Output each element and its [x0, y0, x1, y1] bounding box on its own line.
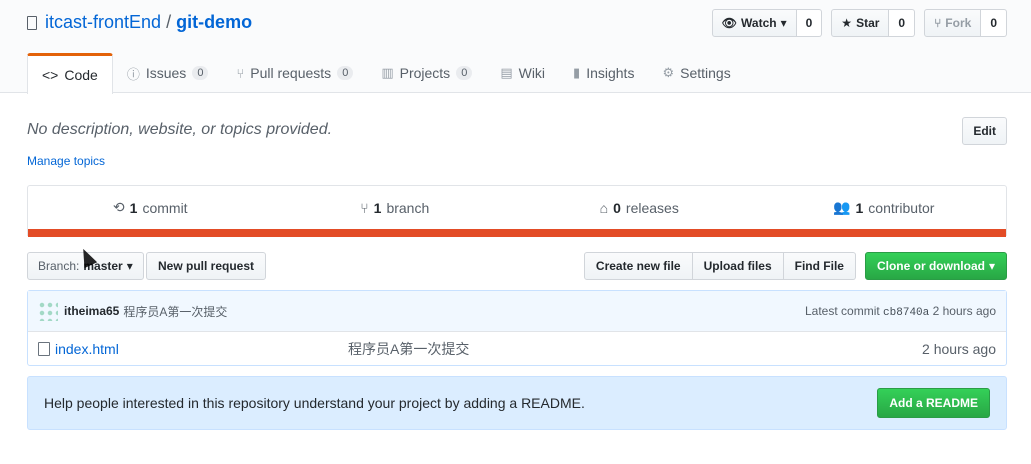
releases-label: releases	[625, 199, 679, 216]
tab-label: Projects	[399, 65, 451, 81]
commits-link[interactable]: ⟲ 1 commit	[28, 186, 273, 229]
readme-prompt: Help people interested in this repositor…	[27, 376, 1007, 430]
tab-settings[interactable]: ⚙ Settings	[648, 53, 744, 93]
new-pull-request-button[interactable]: New pull request	[146, 252, 267, 280]
repo-icon	[27, 15, 37, 30]
eye-icon: 👁	[721, 16, 738, 30]
repo-nav-tabs: <> Code ⓘ Issues 0 ⑂ Pull requests 0 ▥ P…	[27, 53, 745, 94]
find-file-button[interactable]: Find File	[783, 252, 856, 280]
contributors-link[interactable]: 👥 1 contributor	[762, 186, 1007, 229]
graph-icon: ▮	[573, 65, 581, 80]
pull-request-icon: ⑂	[236, 65, 245, 81]
readme-prompt-text: Help people interested in this repositor…	[44, 395, 585, 411]
pull-requests-count-badge: 0	[337, 66, 354, 80]
edit-description-button[interactable]: Edit	[962, 117, 1007, 145]
history-icon: ⟲	[112, 199, 125, 215]
upload-files-button[interactable]: Upload files	[692, 252, 784, 280]
commits-count: 1	[129, 199, 138, 216]
branches-link[interactable]: ⑂ 1 branch	[273, 186, 518, 229]
watch-group: 👁 Watch ▾ 0	[711, 9, 823, 37]
commit-sha-link[interactable]: cb8740a	[883, 307, 929, 319]
file-commit-message-link[interactable]: 程序员A第一次提交	[348, 339, 469, 359]
commit-author-link[interactable]: itheima65	[64, 304, 119, 318]
branch-select-label: Branch:	[38, 259, 80, 273]
latest-commit-info: Latest commit cb8740a 2 hours ago	[805, 304, 996, 319]
latest-commit-prefix: Latest commit	[805, 303, 880, 318]
repo-description: No description, website, or topics provi…	[27, 121, 333, 138]
star-button[interactable]: ★ Star	[831, 9, 890, 37]
fork-label: Fork	[945, 16, 972, 30]
watch-label: Watch	[741, 16, 777, 30]
book-icon: ▤	[500, 65, 513, 80]
commit-message-link[interactable]: 程序员A第一次提交	[123, 303, 227, 320]
tab-label: Settings	[680, 65, 731, 81]
repo-name-link[interactable]: git-demo	[176, 12, 252, 33]
tab-projects[interactable]: ▥ Projects 0	[367, 53, 486, 93]
projects-count-badge: 0	[456, 66, 473, 80]
watch-button[interactable]: 👁 Watch ▾	[711, 9, 797, 37]
clone-label: Clone or download	[876, 259, 985, 273]
project-icon: ▥	[381, 65, 394, 80]
people-icon: 👥	[833, 199, 851, 215]
star-label: Star	[856, 16, 880, 30]
latest-commit-bar: itheima65 程序员A第一次提交 Latest commit cb8740…	[28, 291, 1006, 332]
gear-icon: ⚙	[662, 65, 675, 80]
manage-topics-link[interactable]: Manage topics	[27, 154, 105, 168]
file-link[interactable]: index.html	[55, 341, 119, 357]
language-bar[interactable]	[28, 229, 1006, 237]
tab-label: Code	[64, 67, 98, 83]
watch-count[interactable]: 0	[796, 9, 823, 37]
repo-title: itcast-frontEnd / git-demo	[27, 12, 252, 33]
releases-link[interactable]: ⌂ 0 releases	[517, 186, 762, 229]
clone-or-download-button[interactable]: Clone or download ▾	[864, 252, 1007, 280]
code-icon: <>	[42, 67, 59, 83]
branches-label: branch	[386, 199, 430, 216]
tab-label: Wiki	[518, 65, 546, 81]
tab-label: Issues	[145, 65, 187, 81]
tab-label: Pull requests	[250, 65, 332, 81]
file-list: itheima65 程序员A第一次提交 Latest commit cb8740…	[27, 290, 1007, 366]
issue-icon: ⓘ	[126, 66, 140, 82]
file-name-cell: index.html	[38, 341, 348, 357]
repo-summary: ⟲ 1 commit ⑂ 1 branch ⌂ 0 releases 👥 1 c…	[27, 185, 1007, 237]
fork-group: ⑂ Fork 0	[924, 9, 1007, 37]
releases-count: 0	[613, 199, 621, 216]
commit-age: 2 hours ago	[932, 303, 996, 318]
file-icon	[38, 341, 50, 356]
file-navigation-buttons: Create new file Upload files Find File C…	[583, 252, 1007, 280]
issues-count-badge: 0	[192, 66, 209, 80]
tab-insights[interactable]: ▮ Insights	[559, 53, 648, 93]
tab-wiki[interactable]: ▤ Wiki	[486, 53, 559, 93]
file-age: 2 hours ago	[922, 340, 996, 357]
tab-pull-requests[interactable]: ⑂ Pull requests 0	[222, 53, 367, 93]
fork-button[interactable]: ⑂ Fork	[924, 9, 982, 37]
fork-count[interactable]: 0	[981, 9, 1007, 37]
tab-issues[interactable]: ⓘ Issues 0	[113, 53, 223, 93]
repo-actions: 👁 Watch ▾ 0 ★ Star 0 ⑂ Fork 0	[711, 9, 1007, 37]
repo-owner-link[interactable]: itcast-frontEnd	[45, 12, 161, 33]
star-icon: ★	[841, 16, 853, 30]
commits-label: commit	[142, 199, 188, 216]
caret-down-icon: ▾	[780, 16, 787, 30]
add-readme-button[interactable]: Add a README	[877, 388, 990, 418]
star-group: ★ Star 0	[831, 9, 916, 37]
tab-label: Insights	[586, 65, 635, 81]
tab-code[interactable]: <> Code	[27, 53, 113, 94]
repo-separator: /	[166, 12, 172, 32]
create-new-file-button[interactable]: Create new file	[583, 252, 693, 280]
caret-down-icon: ▾	[126, 259, 133, 273]
contributors-label: contributor	[868, 199, 935, 216]
avatar[interactable]	[38, 301, 58, 321]
star-count[interactable]: 0	[889, 9, 916, 37]
fork-icon: ⑂	[934, 16, 942, 30]
branch-icon: ⑂	[360, 199, 369, 216]
table-row: index.html 程序员A第一次提交 2 hours ago	[28, 332, 1006, 365]
caret-down-icon: ▾	[988, 259, 995, 273]
branches-count: 1	[373, 199, 382, 216]
contributors-count: 1	[855, 199, 864, 216]
tag-icon: ⌂	[599, 199, 609, 216]
repo-header: itcast-frontEnd / git-demo 👁 Watch ▾ 0 ★…	[0, 0, 1031, 94]
